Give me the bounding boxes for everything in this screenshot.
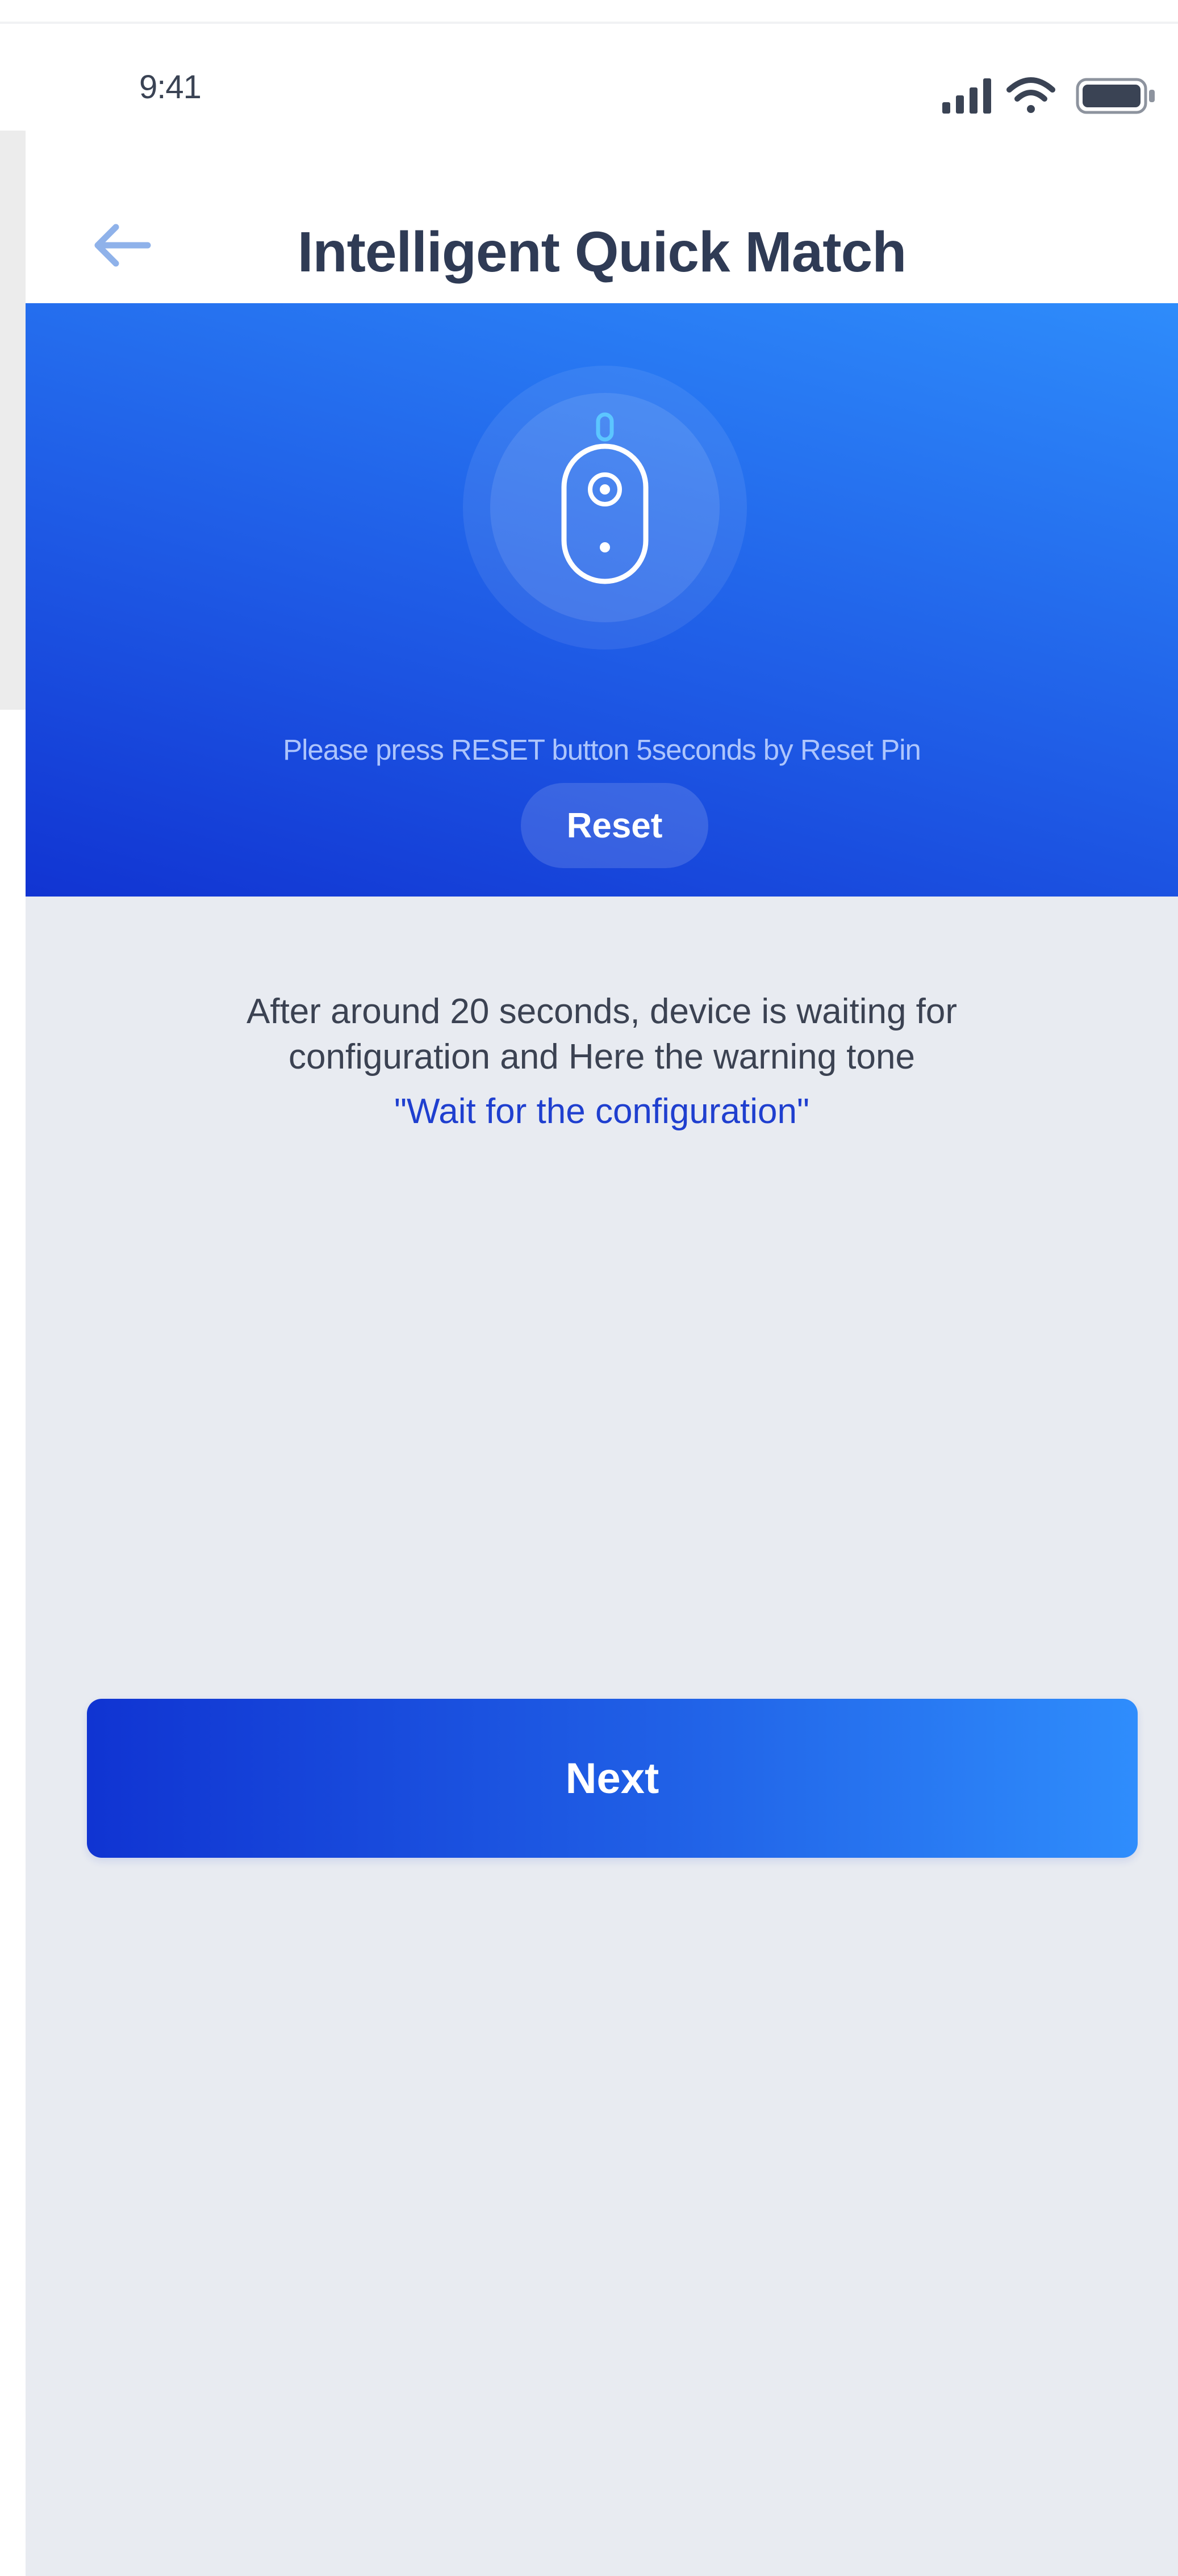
wifi-icon (1006, 77, 1055, 113)
device-icon (561, 412, 649, 584)
description-text: After around 20 seconds, device is waiti… (26, 989, 1178, 1080)
instruction-banner: Please press RESET button 5seconds by Re… (26, 303, 1178, 897)
description-line-2: configuration and Here the warning tone (289, 1037, 915, 1077)
reset-instruction: Please press RESET button 5seconds by Re… (283, 734, 921, 766)
header: 9:41 Intelligent Quick Match (26, 24, 1178, 303)
phone-screen: 9:41 Intelligent Quick Match Please pres… (26, 24, 1178, 2576)
warning-tone-text: "Wait for the configuration" (394, 1092, 809, 1131)
battery-icon (1076, 78, 1155, 114)
signal-icon (942, 78, 991, 114)
next-button[interactable]: Next (87, 1699, 1138, 1858)
status-time: 9:41 (139, 69, 202, 106)
page-title: Intelligent Quick Match (297, 220, 907, 284)
description-line-1: After around 20 seconds, device is waiti… (246, 992, 958, 1031)
status-icons (942, 68, 1164, 119)
reset-button[interactable]: Reset (521, 783, 708, 868)
